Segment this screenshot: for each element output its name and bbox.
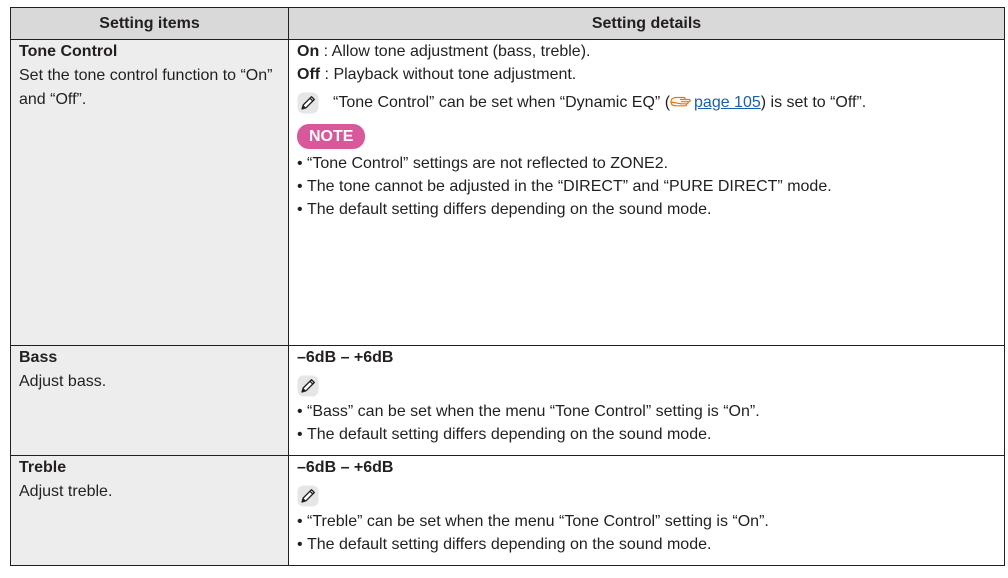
setting-range: –6dB – +6dB (297, 349, 394, 366)
table-row-tone-control: Tone Control Set the tone control functi… (10, 39, 1005, 346)
pencil-icon (297, 375, 319, 397)
setting-item-cell: Treble Adjust treble. (10, 455, 289, 566)
tip-note: “Tone Control” can be set when “Dynamic … (297, 91, 996, 116)
note-badge: NOTE (297, 124, 366, 149)
setting-range: –6dB – +6dB (297, 459, 394, 476)
setting-name: Treble (19, 459, 67, 476)
pencil-icon (297, 92, 319, 114)
list-item: “Treble” can be set when the menu “Tone … (297, 510, 996, 533)
page-105-link[interactable]: page 105 (694, 94, 761, 111)
table-row-bass: Bass Adjust bass. –6dB – +6dB “Bass” can… (10, 345, 1005, 456)
setting-description: Set the tone control function to “On” an… (19, 67, 273, 108)
option-off: Off : Playback without tone adjustment. (297, 66, 577, 83)
setting-item-cell: Tone Control Set the tone control functi… (10, 39, 289, 346)
list-item: The default setting differs depending on… (297, 533, 996, 556)
option-on: On : Allow tone adjustment (bass, treble… (297, 43, 591, 60)
setting-description: Adjust bass. (19, 373, 107, 390)
setting-detail-cell: –6dB – +6dB “Bass” can be set when the m… (288, 345, 1005, 456)
setting-name: Bass (19, 349, 58, 366)
list-item: The tone cannot be adjusted in the “DIRE… (297, 175, 996, 198)
setting-detail-cell: On : Allow tone adjustment (bass, treble… (288, 39, 1005, 346)
setting-item-cell: Bass Adjust bass. (10, 345, 289, 456)
setting-name: Tone Control (19, 43, 118, 60)
pencil-icon (297, 485, 319, 507)
setting-detail-cell: –6dB – +6dB “Treble” can be set when the… (288, 455, 1005, 566)
list-item: The default setting differs depending on… (297, 198, 996, 221)
header-setting-items: Setting items (10, 7, 289, 40)
page-reference-hand-icon (670, 93, 694, 116)
settings-table: Setting items Setting details Tone Contr… (10, 7, 1005, 566)
manual-page: Setting items Setting details Tone Contr… (0, 0, 1008, 578)
setting-description: Adjust treble. (19, 483, 113, 500)
list-item: “Tone Control” settings are not reflecte… (297, 152, 996, 175)
note-list: “Treble” can be set when the menu “Tone … (297, 510, 996, 556)
header-setting-details: Setting details (288, 7, 1005, 40)
table-row-treble: Treble Adjust treble. –6dB – +6dB “Trebl… (10, 455, 1005, 566)
list-item: “Bass” can be set when the menu “Tone Co… (297, 400, 996, 423)
tip-text: “Tone Control” can be set when “Dynamic … (333, 91, 996, 116)
note-list: “Bass” can be set when the menu “Tone Co… (297, 400, 996, 446)
table-header-row: Setting items Setting details (10, 7, 1005, 40)
list-item: The default setting differs depending on… (297, 423, 996, 446)
note-list: “Tone Control” settings are not reflecte… (297, 152, 996, 221)
